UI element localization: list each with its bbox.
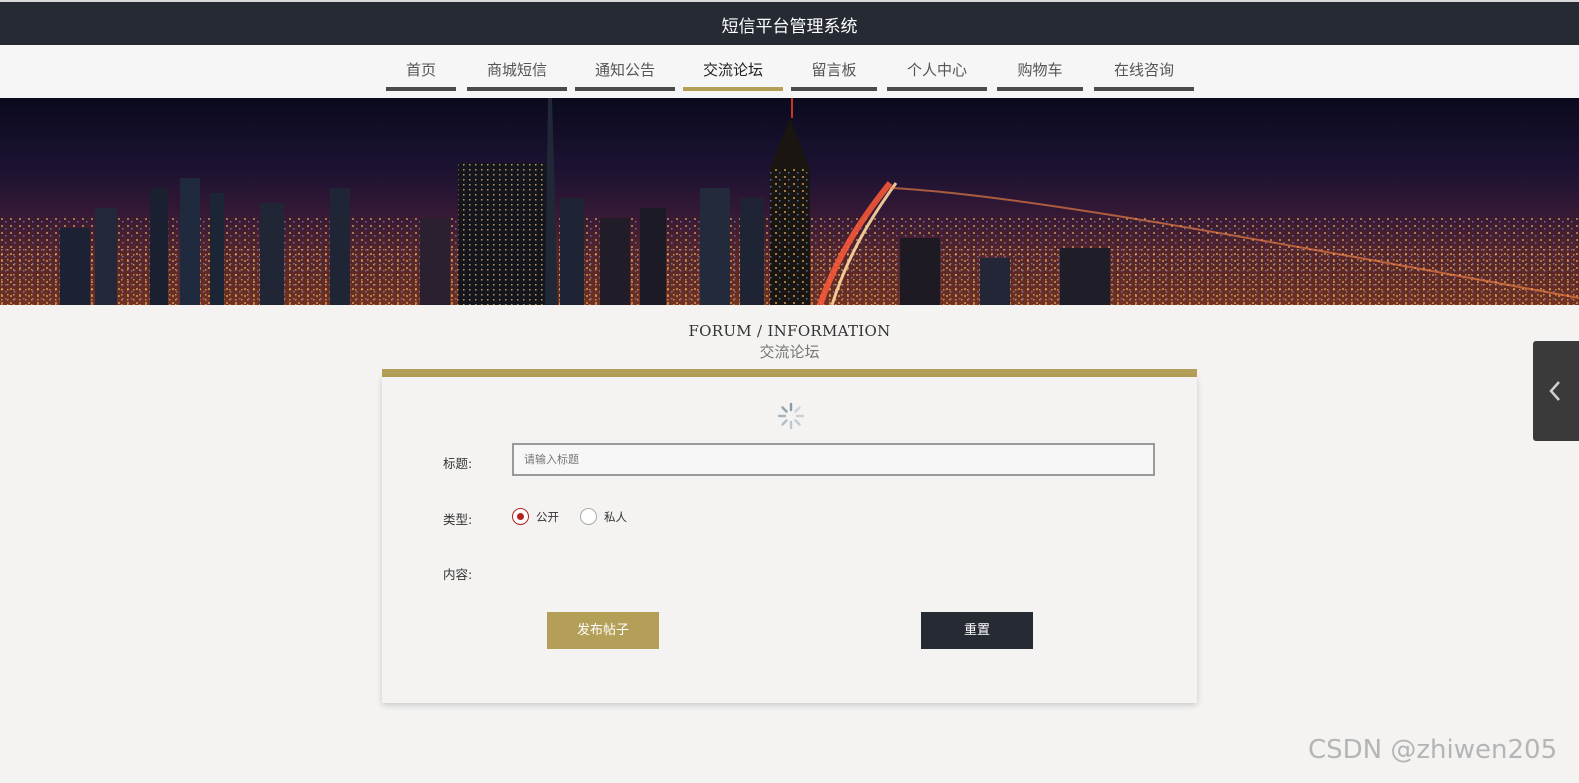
nav-message-board[interactable]: 留言板	[791, 45, 877, 91]
section-title-en: FORUM / INFORMATION	[688, 322, 891, 340]
nav-personal-center[interactable]: 个人中心	[887, 45, 987, 91]
banner-image	[0, 98, 1579, 305]
section-divider	[382, 369, 1197, 377]
nav-forum[interactable]: 交流论坛	[683, 45, 783, 91]
side-panel-toggle[interactable]	[1533, 341, 1579, 441]
title-label: 标题:	[443, 456, 473, 471]
main-nav: 首页 商城短信 通知公告 交流论坛 留言板 个人中心 购物车 在线咨询	[0, 45, 1579, 98]
nav-cart[interactable]: 购物车	[997, 45, 1083, 91]
nav-notices[interactable]: 通知公告	[575, 45, 675, 91]
radio-private[interactable]: 私人	[580, 508, 627, 525]
radio-public[interactable]: 公开	[512, 508, 559, 525]
loading-spinner-icon	[777, 402, 805, 430]
nav-mall-sms[interactable]: 商城短信	[467, 45, 567, 91]
publish-post-button[interactable]: 发布帖子	[547, 612, 659, 649]
city-skyline-illustration	[0, 98, 1579, 305]
section-title-cn: 交流论坛	[759, 343, 820, 361]
title-input[interactable]	[512, 443, 1155, 476]
chevron-left-icon	[1549, 381, 1560, 401]
radio-circle-icon	[580, 508, 597, 525]
content-label: 内容:	[443, 567, 473, 582]
radio-circle-icon	[512, 508, 529, 525]
app-title: 短信平台管理系统	[721, 17, 858, 37]
watermark: CSDN @zhiwen205	[1308, 735, 1558, 765]
nav-home[interactable]: 首页	[386, 45, 456, 91]
type-label: 类型:	[443, 512, 473, 527]
nav-online-consult[interactable]: 在线咨询	[1094, 45, 1194, 91]
top-header: 短信平台管理系统	[0, 0, 1579, 45]
post-form-card: 标题: 类型: 公开 私人 内容: 发布帖子 重置	[382, 377, 1197, 703]
reset-button[interactable]: 重置	[921, 612, 1033, 649]
